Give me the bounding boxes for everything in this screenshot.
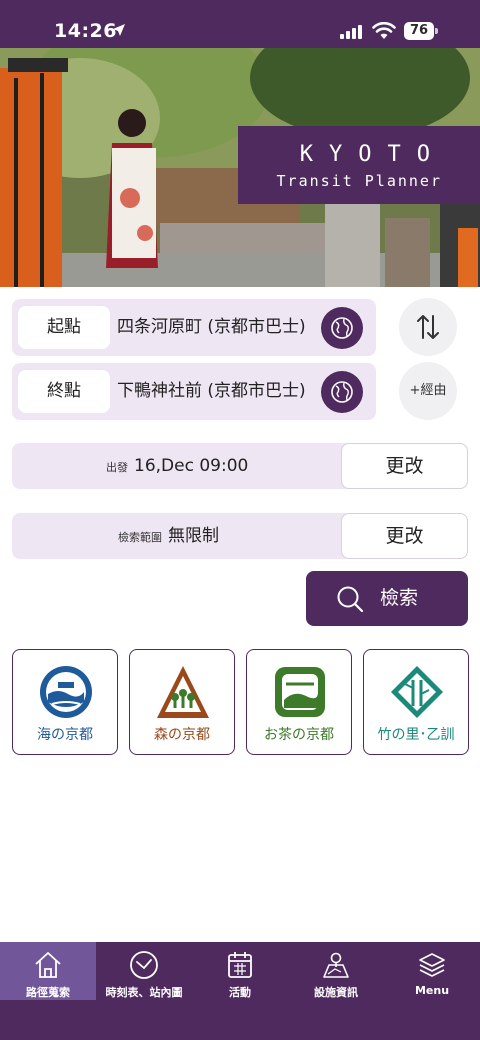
status-time: 14:26 bbox=[54, 20, 117, 42]
search-range-row: 檢索範圍 無限制 更改 bbox=[12, 513, 468, 559]
departure-row: 出發 16,Dec 09:00 更改 bbox=[12, 443, 468, 489]
clock-icon bbox=[130, 951, 158, 979]
region-label-sea: 海の京都 bbox=[37, 727, 93, 743]
cellular-signal-icon bbox=[340, 25, 362, 39]
nav-facilities[interactable]: 設施資訊 bbox=[288, 942, 384, 1000]
search-range-text: 檢索範圍 無限制 bbox=[118, 513, 219, 561]
calendar-icon bbox=[228, 952, 252, 978]
globe-icon bbox=[331, 317, 353, 339]
add-via-button[interactable]: +經由 bbox=[399, 362, 457, 420]
search-range-value: 無限制 bbox=[168, 526, 219, 546]
nav-label-menu: Menu bbox=[414, 984, 450, 997]
swap-arrows-icon bbox=[417, 315, 439, 339]
wifi-icon bbox=[372, 22, 396, 39]
nav-label-timetable: 時刻表、站內圖 bbox=[105, 986, 183, 999]
departure-text: 出發 16,Dec 09:00 bbox=[106, 443, 248, 491]
departure-change-button[interactable]: 更改 bbox=[341, 443, 468, 489]
origin-station[interactable]: 四条河原町 (京都市巴士) bbox=[117, 299, 306, 356]
search-range-change-button[interactable]: 更改 bbox=[341, 513, 468, 559]
destination-map-button[interactable] bbox=[321, 371, 363, 413]
departure-value: 16,Dec 09:00 bbox=[134, 456, 249, 476]
region-card-forest[interactable]: 森の京都 bbox=[129, 649, 235, 755]
origin-tag: 起點 bbox=[18, 306, 110, 349]
location-arrow-icon bbox=[113, 24, 125, 36]
map-pin-icon bbox=[323, 952, 349, 978]
nav-menu[interactable]: Menu bbox=[384, 942, 480, 1000]
hero-title: KYOTO bbox=[299, 142, 446, 167]
bamboo-otokuni-logo bbox=[391, 666, 443, 718]
swap-route-button[interactable] bbox=[399, 298, 457, 356]
home-icon bbox=[35, 952, 61, 978]
region-label-bamboo: 竹の里･乙訓 bbox=[377, 727, 455, 743]
region-card-sea[interactable]: 海の京都 bbox=[12, 649, 118, 755]
origin-row[interactable]: 起點 四条河原町 (京都市巴士) bbox=[12, 299, 376, 356]
destination-tag: 終點 bbox=[18, 370, 110, 413]
forest-kyoto-logo bbox=[157, 666, 209, 718]
search-icon bbox=[337, 586, 364, 613]
search-range-label: 檢索範圍 bbox=[118, 531, 162, 544]
bottom-nav: 路徑蒐索 時刻表、站內圖 活動 設施資訊 Menu bbox=[0, 942, 480, 1040]
region-label-tea: お茶の京都 bbox=[264, 727, 334, 743]
region-label-forest: 森の京都 bbox=[154, 727, 210, 743]
tea-kyoto-logo bbox=[275, 667, 325, 717]
region-card-bamboo[interactable]: 竹の里･乙訓 bbox=[363, 649, 469, 755]
status-bar: 14:26 76 bbox=[0, 0, 480, 48]
nav-route-search[interactable]: 路徑蒐索 bbox=[0, 942, 96, 1000]
destination-station[interactable]: 下鴨神社前 (京都市巴士) bbox=[117, 363, 306, 420]
hero-subtitle: Transit Planner bbox=[276, 172, 442, 190]
nav-label-route-search: 路徑蒐索 bbox=[26, 986, 70, 999]
via-label: +經由 bbox=[409, 383, 447, 398]
globe-icon bbox=[331, 381, 353, 403]
nav-label-facilities: 設施資訊 bbox=[314, 986, 358, 999]
origin-map-button[interactable] bbox=[321, 307, 363, 349]
search-button-label: 檢索 bbox=[380, 587, 419, 609]
nav-timetable[interactable]: 時刻表、站內圖 bbox=[96, 942, 192, 1000]
departure-label: 出發 bbox=[106, 461, 128, 474]
hero-title-box: KYOTO Transit Planner bbox=[238, 126, 480, 204]
layers-icon bbox=[419, 953, 445, 977]
hero-banner: KYOTO Transit Planner bbox=[0, 48, 480, 287]
sea-kyoto-logo bbox=[40, 666, 92, 718]
nav-events[interactable]: 活動 bbox=[192, 942, 288, 1000]
battery-tip bbox=[435, 28, 438, 34]
region-card-tea[interactable]: お茶の京都 bbox=[246, 649, 352, 755]
destination-row[interactable]: 終點 下鴨神社前 (京都市巴士) bbox=[12, 363, 376, 420]
nav-label-events: 活動 bbox=[229, 986, 251, 999]
search-button[interactable]: 檢索 bbox=[306, 571, 468, 626]
battery-indicator: 76 bbox=[404, 22, 434, 40]
